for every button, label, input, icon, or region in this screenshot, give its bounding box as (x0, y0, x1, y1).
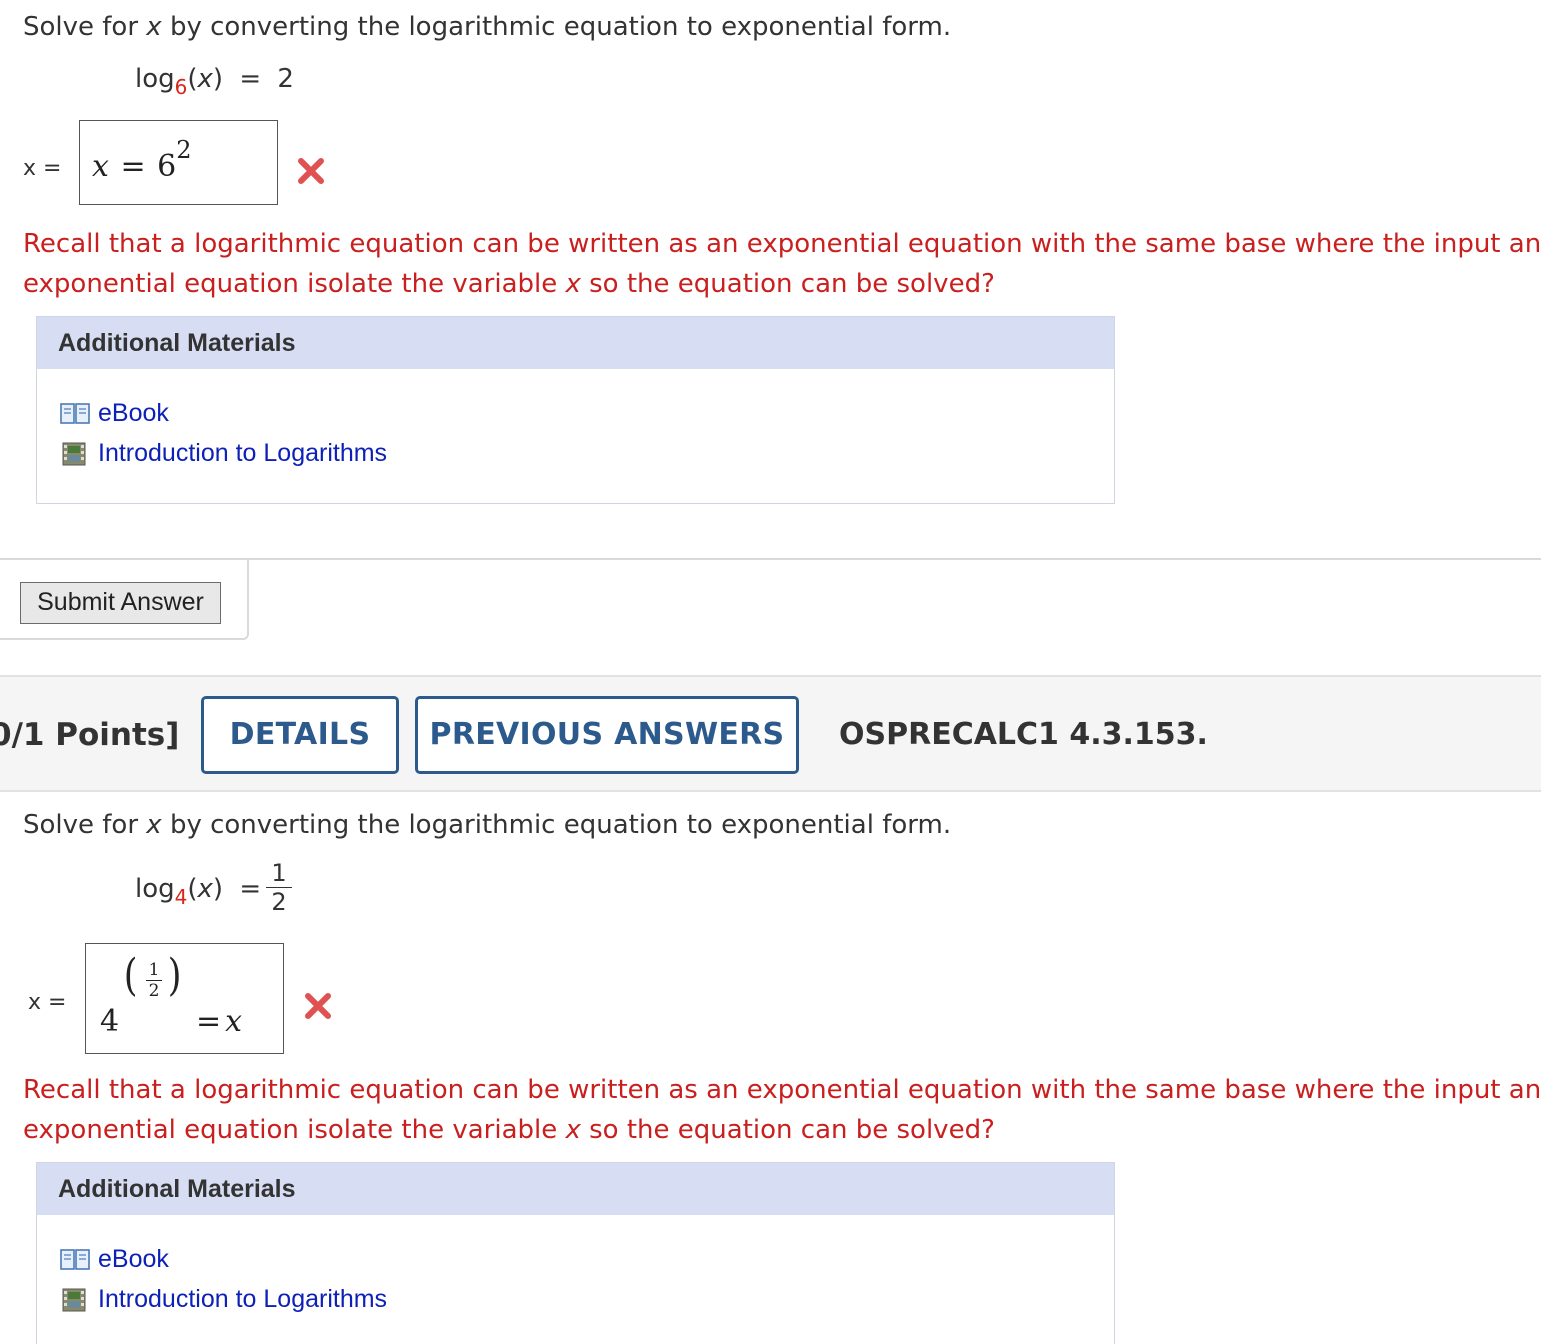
q1-prompt-text-2: by converting the logarithmic equation t… (161, 12, 952, 42)
q1-answer-exp: 2 (176, 136, 192, 164)
q2-answer-paren-open: ( (123, 950, 138, 1001)
q2-answer-eq: = (196, 1004, 222, 1039)
q1-eq-rhs: 2 (277, 64, 294, 94)
q2-materials-title: Additional Materials (37, 1163, 1114, 1215)
q2-eq-equals: = (239, 874, 262, 904)
q1-feedback-line1: Recall that a logarithmic equation can b… (23, 229, 1541, 259)
q1-additional-materials: Additional Materials (36, 316, 1115, 504)
q1-video-label: Introduction to Logarithms (98, 439, 388, 467)
q2-eq-log: log (135, 874, 175, 904)
q2-feedback-text: exponential equation isolate the variabl… (23, 1115, 566, 1145)
q2-answer-exp-fraction: 1 2 (146, 960, 162, 1001)
question-header: 0/1 Points] DETAILS PREVIOUS ANSWERS OSP… (0, 675, 1541, 792)
q1-eq-equals: = (239, 64, 262, 94)
q2-eq-var: x (197, 874, 213, 904)
q2-feedback-line2: exponential equation isolate the variabl… (23, 1110, 1541, 1150)
book-icon (60, 1248, 90, 1270)
q2-x-label: x = (28, 990, 67, 1015)
q1-answer-var: x (92, 149, 109, 184)
q1-video-link[interactable]: Introduction to Logarithms (60, 439, 387, 468)
q2-feedback-text-2: so the equation can be solved? (580, 1115, 995, 1145)
q2-eq-base: 4 (174, 885, 188, 909)
q1-feedback-text: exponential equation isolate the variabl… (23, 269, 566, 299)
wrong-x-icon (305, 993, 331, 1019)
question-code: OSPRECALC1 4.3.153. (839, 717, 1208, 752)
q1-feedback-text-2: so the equation can be solved? (580, 269, 995, 299)
q1-eq-var: x (197, 64, 213, 94)
q1-x-label: x = (23, 156, 62, 181)
q2-eq-fraction: 1 2 (266, 860, 292, 915)
q2-additional-materials: Additional Materials (36, 1162, 1115, 1344)
q2-eq-den: 2 (271, 888, 287, 916)
q2-video-link[interactable]: Introduction to Logarithms (60, 1285, 387, 1314)
q2-eq-paren-close: ) (212, 874, 224, 904)
submit-divider (249, 558, 1541, 560)
q2-answer-base: 4 (100, 1004, 120, 1039)
q2-answer-paren-close: ) (167, 950, 182, 1001)
q2-answer-rhs: = x (196, 1004, 242, 1039)
q2-answer-exp-num: 1 (148, 960, 160, 980)
q1-prompt: Solve for x by converting the logarithmi… (23, 12, 951, 42)
q1-answer-eq: = (120, 149, 146, 184)
q2-answer-var: x (225, 1004, 243, 1039)
q2-prompt-text: Solve for (23, 810, 147, 840)
q1-eq-paren-close: ) (212, 64, 224, 94)
q2-eq-num: 1 (271, 859, 287, 887)
q2-prompt-var: x (146, 810, 162, 840)
q2-answer-exp-den: 2 (148, 981, 160, 1001)
q2-feedback-line1: Recall that a logarithmic equation can b… (23, 1075, 1541, 1105)
q1-answer-content: x = 62 (92, 136, 192, 184)
q1-eq-base: 6 (174, 75, 188, 99)
q1-eq-paren: ( (187, 64, 198, 94)
details-button[interactable]: DETAILS (201, 696, 399, 774)
q1-equation: log6(x) = 2 (135, 64, 294, 99)
q2-eq-paren: ( (187, 874, 198, 904)
q2-prompt-text-2: by converting the logarithmic equation t… (161, 810, 952, 840)
q2-equation: log4(x) = (135, 874, 262, 909)
q1-ebook-link[interactable]: eBook (60, 399, 169, 428)
q1-ebook-label: eBook (98, 399, 169, 427)
q2-ebook-label: eBook (98, 1245, 169, 1273)
q1-feedback-var: x (565, 269, 581, 299)
q1-prompt-text: Solve for (23, 12, 147, 42)
film-icon (62, 442, 86, 465)
submit-answer-button[interactable]: Submit Answer (20, 582, 221, 624)
q2-ebook-link[interactable]: eBook (60, 1245, 169, 1274)
points-label: 0/1 Points] (0, 717, 180, 753)
q1-eq-log: log (135, 64, 175, 94)
q2-prompt: Solve for x by converting the logarithmi… (23, 810, 951, 840)
q2-feedback-var: x (565, 1115, 581, 1145)
film-icon (62, 1288, 86, 1311)
q1-feedback-line2: exponential equation isolate the variabl… (23, 264, 1541, 304)
q1-prompt-var: x (146, 12, 162, 42)
wrong-x-icon (298, 158, 324, 184)
q2-answer-field[interactable]: 4 ( 1 2 ) = x (85, 943, 284, 1054)
previous-answers-button[interactable]: PREVIOUS ANSWERS (415, 696, 799, 774)
submit-area: Submit Answer (0, 558, 249, 640)
book-icon (60, 402, 90, 424)
q1-materials-title: Additional Materials (37, 317, 1114, 369)
q1-answer-base: 6 (157, 149, 177, 184)
q2-video-label: Introduction to Logarithms (98, 1285, 388, 1313)
q1-answer-field[interactable]: x = 62 (79, 120, 278, 205)
